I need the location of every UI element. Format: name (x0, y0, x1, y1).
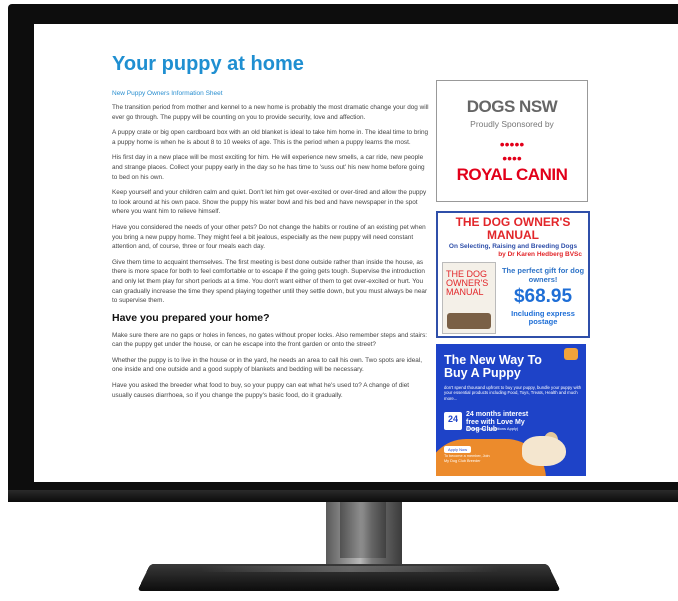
ad-headline: THE DOG OWNER'S MANUAL (455, 215, 571, 242)
paragraph: Give them time to acquaint themselves. T… (112, 258, 428, 305)
article: Your puppy at home New Puppy Owners Info… (112, 24, 430, 406)
dogs-nsw-sponsor-ad[interactable]: DOGS NSW Proudly Sponsored by ••••• •••• … (436, 80, 588, 202)
shipping-text: Including express postage (511, 309, 575, 326)
page-subtitle-link[interactable]: New Puppy Owners Information Sheet (112, 90, 430, 97)
monitor-bottom-lip (8, 490, 678, 502)
months-badge: 24 (444, 412, 462, 430)
book-cover-title: THE DOG OWNER'S MANUAL (446, 269, 489, 297)
puppy-image (522, 436, 566, 466)
paragraph: His first day in a new place will be mos… (112, 154, 425, 181)
paragraph: Have you considered the needs of your ot… (112, 223, 426, 251)
royal-canin-logo-text: ROYAL CANIN (456, 165, 568, 184)
ad-headline: The New Way To Buy A Puppy (444, 353, 542, 380)
paragraph: A puppy crate or big open cardboard box … (112, 129, 429, 146)
sponsor-caption: Proudly Sponsored by (470, 119, 554, 129)
section-heading: Have you prepared your home? (112, 311, 270, 324)
paragraph: Have you asked the breeder what food to … (112, 382, 410, 399)
apply-now-button[interactable]: Apply Now (444, 446, 472, 453)
paragraph: Whether the puppy is to live in the hous… (112, 356, 423, 374)
paragraph: Make sure there are no gaps or holes in … (112, 331, 428, 349)
dog-club-logo-icon (564, 348, 578, 360)
monitor-stand-neck-shadow (340, 502, 386, 558)
ad-author: by Dr Karen Hedberg BVSc (498, 251, 582, 258)
dogs-nsw-logo-text: DOGS NSW (466, 97, 558, 116)
gift-text: The perfect gift for dog owners! (501, 266, 585, 284)
book-cover-image: THE DOG OWNER'S MANUAL (442, 262, 496, 334)
monitor-screen: Your puppy at home New Puppy Owners Info… (34, 24, 678, 482)
ad-footer: To become a member, Join My Dog Club Bre… (444, 454, 490, 463)
paragraph: The transition period from mother and ke… (112, 104, 429, 121)
royal-canin-crown-icon: ••••• •••• (499, 136, 525, 166)
ad-body: don't spend thousand upfront to buy your… (444, 385, 582, 401)
paragraph: Keep yourself and your children calm and… (112, 189, 427, 216)
terms-note: (Terms and Conditions Apply) (466, 426, 519, 431)
ad-subline: On Selecting, Raising and Breeding Dogs (448, 243, 578, 250)
dog-owners-manual-ad[interactable]: THE DOG OWNER'S MANUAL On Selecting, Rais… (436, 211, 590, 338)
dogs-photo (447, 313, 491, 329)
page-title: Your puppy at home (112, 53, 304, 75)
new-way-puppy-ad[interactable]: The New Way To Buy A Puppy don't spend t… (436, 344, 586, 476)
price-text: $68.95 (513, 286, 573, 307)
monitor-stand-base-highlight (200, 566, 500, 572)
